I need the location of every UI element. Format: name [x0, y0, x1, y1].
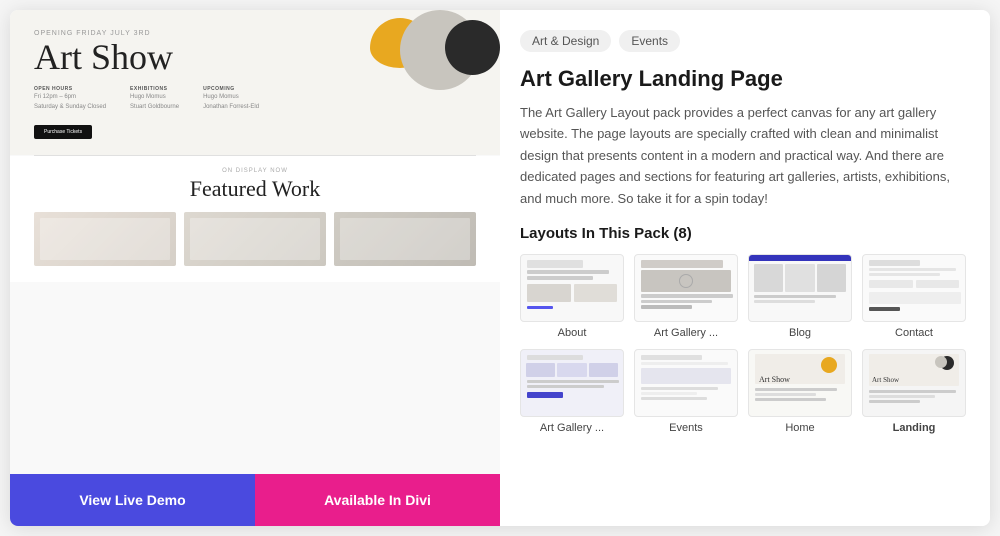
layout-events[interactable]: Events [634, 349, 738, 434]
tags-row: Art & Design Events [520, 30, 966, 52]
upcoming-label: Upcoming [203, 85, 259, 93]
page-description: The Art Gallery Layout pack provides a p… [520, 102, 966, 209]
layout-label-contact: Contact [895, 327, 933, 339]
info-open-hours: Open Hours Fri 12pm – 6pmSaturday & Sund… [34, 85, 106, 112]
page-title: Art Gallery Landing Page [520, 66, 966, 92]
tag-art-design[interactable]: Art & Design [520, 30, 611, 52]
layout-about[interactable]: About [520, 254, 624, 339]
layout-label-blog: Blog [789, 327, 811, 339]
available-in-divi-button[interactable]: Available In Divi [255, 474, 500, 526]
layout-gallery2[interactable]: Art Gallery ... [520, 349, 624, 434]
thumb-3 [334, 212, 476, 266]
thumb-1 [34, 212, 176, 266]
view-live-demo-button[interactable]: View Live Demo [10, 474, 255, 526]
layout-home[interactable]: Art Show Home [748, 349, 852, 434]
layout-thumb-gallery2 [520, 349, 624, 417]
main-container: Opening Friday July 3rd Art Show Open Ho… [10, 10, 990, 526]
layout-label-about: About [558, 327, 587, 339]
info-exhibitions: Exhibitions Hugo MomusStuart Goldbourne [130, 85, 179, 112]
layout-thumb-about [520, 254, 624, 322]
open-hours-label: Open Hours [34, 85, 106, 93]
layout-landing[interactable]: Art Show Landing [862, 349, 966, 434]
purchase-tickets-btn[interactable]: Purchase Tickets [34, 125, 92, 139]
bottom-buttons: View Live Demo Available In Divi [10, 474, 500, 526]
layouts-heading: Layouts In This Pack (8) [520, 225, 966, 242]
layout-thumb-gallery [634, 254, 738, 322]
featured-sub: On Display Now [34, 168, 476, 174]
layout-thumb-blog [748, 254, 852, 322]
info-upcoming: Upcoming Hugo MomusJonathan Forrest-Eld [203, 85, 259, 112]
layout-thumb-home: Art Show [748, 349, 852, 417]
layout-label-home: Home [785, 422, 814, 434]
right-panel: Art & Design Events Art Gallery Landing … [500, 10, 990, 526]
layout-label-events: Events [669, 422, 703, 434]
tag-events[interactable]: Events [619, 30, 680, 52]
layout-label-gallery2: Art Gallery ... [540, 422, 604, 434]
mockup-top: Opening Friday July 3rd Art Show Open Ho… [10, 10, 500, 155]
layout-thumb-events [634, 349, 738, 417]
thumb-2 [184, 212, 326, 266]
upcoming-value: Hugo MomusJonathan Forrest-Eld [203, 93, 259, 112]
dark-shape [445, 20, 500, 75]
open-hours-value: Fri 12pm – 6pmSaturday & Sunday Closed [34, 93, 106, 112]
exhibitions-label: Exhibitions [130, 85, 179, 93]
featured-title: Featured Work [34, 176, 476, 202]
layout-blog[interactable]: Blog [748, 254, 852, 339]
decorative-shapes [320, 10, 500, 110]
preview-area: Opening Friday July 3rd Art Show Open Ho… [10, 10, 500, 474]
mockup-bottom: On Display Now Featured Work [10, 156, 500, 282]
layout-label-landing: Landing [893, 422, 936, 434]
left-panel: Opening Friday July 3rd Art Show Open Ho… [10, 10, 500, 526]
layout-label-gallery: Art Gallery ... [654, 327, 718, 339]
layout-contact[interactable]: Contact [862, 254, 966, 339]
layouts-grid: About Art Gallery ... [520, 254, 966, 434]
layout-thumb-contact [862, 254, 966, 322]
featured-thumbnails [34, 212, 476, 266]
layout-thumb-landing: Art Show [862, 349, 966, 417]
exhibitions-value: Hugo MomusStuart Goldbourne [130, 93, 179, 112]
layout-gallery[interactable]: Art Gallery ... [634, 254, 738, 339]
